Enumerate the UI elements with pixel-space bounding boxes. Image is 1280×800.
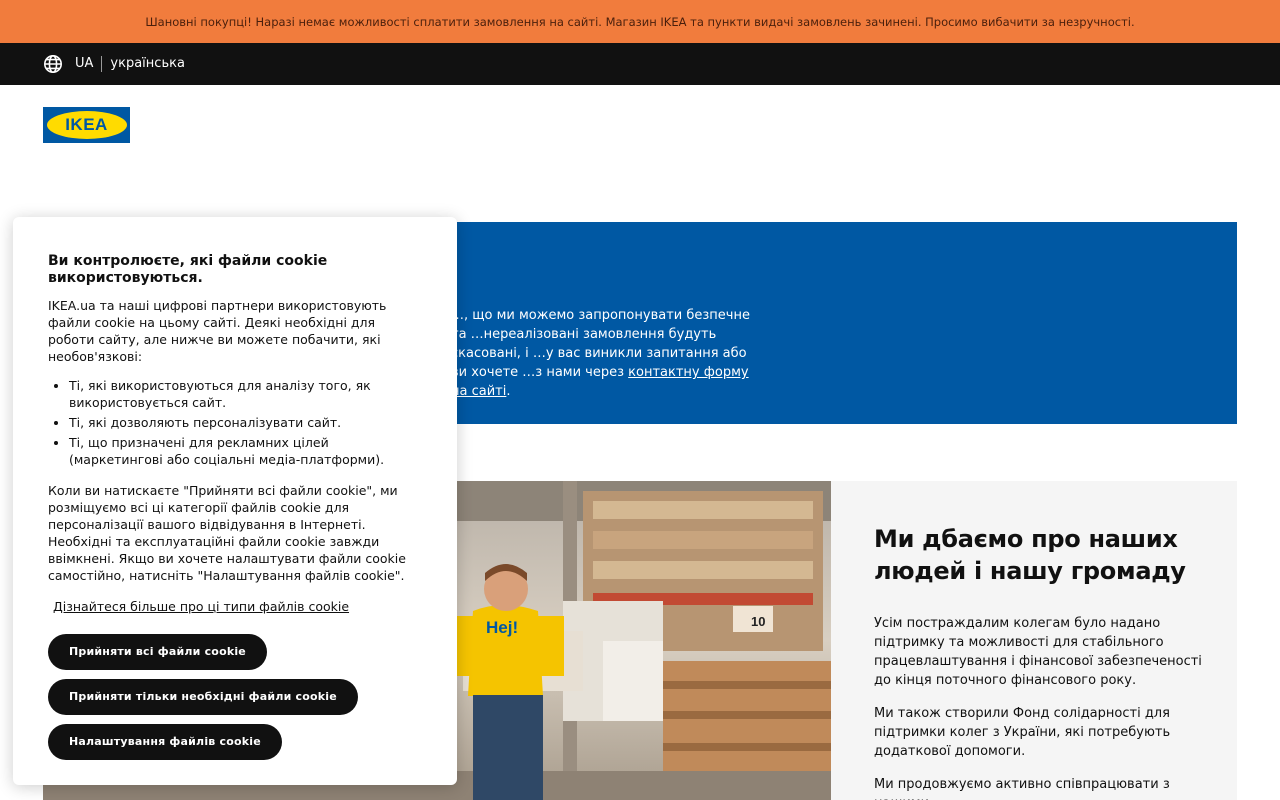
globe-icon[interactable] — [43, 54, 63, 74]
notice-body: …, що ми можемо запропонувати безпечне т… — [451, 306, 751, 401]
notice-end: . — [506, 384, 511, 399]
cookie-title: Ви контролюєте, які файли cookie викорис… — [48, 253, 328, 286]
cookie-list-item: Ті, які дозволяють персоналізувати сайт. — [69, 414, 422, 431]
aisle-number: 10 — [751, 614, 765, 629]
language-selector[interactable]: українська — [102, 56, 185, 72]
ikea-logo[interactable]: IKEA — [43, 107, 130, 143]
cookie-list: Ті, які використовуються для аналізу тог… — [69, 377, 422, 468]
cookie-list-item: Ті, що призначені для рекламних цілей (м… — [69, 434, 422, 468]
announcement-banner: Шановні покупці! Наразі немає можливості… — [0, 0, 1280, 43]
shirt-text: Hej! — [486, 618, 518, 637]
cookie-intro: IKEA.ua та наші цифрові партнери викорис… — [48, 298, 387, 364]
accept-necessary-cookies-button[interactable]: Прийняти тільки необхідні файли cookie — [48, 679, 358, 715]
info-paragraph-2: Ми також створили Фонд солідарності для … — [874, 706, 1171, 759]
cookie-settings-button[interactable]: Налаштування файлів cookie — [48, 724, 282, 760]
logo-oval: IKEA — [46, 111, 127, 139]
learn-more-link[interactable]: Дізнайтеся більше про ці типи файлів coo… — [53, 598, 422, 615]
info-paragraph-1: Усім постраждалим колегам було надано пі… — [874, 616, 1202, 688]
language-bar: UA українська — [0, 43, 1280, 85]
logo-text: IKEA — [65, 115, 108, 134]
cookie-list-item: Ті, які використовуються для аналізу тог… — [69, 377, 422, 411]
announcement-text: Шановні покупці! Наразі немає можливості… — [145, 14, 1135, 29]
cookie-dialog: Ви контролюєте, які файли cookie викорис… — [13, 217, 457, 785]
info-heading: Ми дбаємо про наших людей і нашу громаду — [874, 525, 1186, 585]
info-panel: Ми дбаємо про наших людей і нашу громаду… — [831, 481, 1237, 800]
info-paragraph-3: Ми продовжуємо активно співпрацювати з н… — [874, 777, 1170, 800]
cookie-explanation: Коли ви натискаєте "Прийняти всі файли c… — [48, 483, 406, 583]
accept-all-cookies-button[interactable]: Прийняти всі файли cookie — [48, 634, 267, 670]
country-selector[interactable]: UA — [75, 56, 103, 72]
